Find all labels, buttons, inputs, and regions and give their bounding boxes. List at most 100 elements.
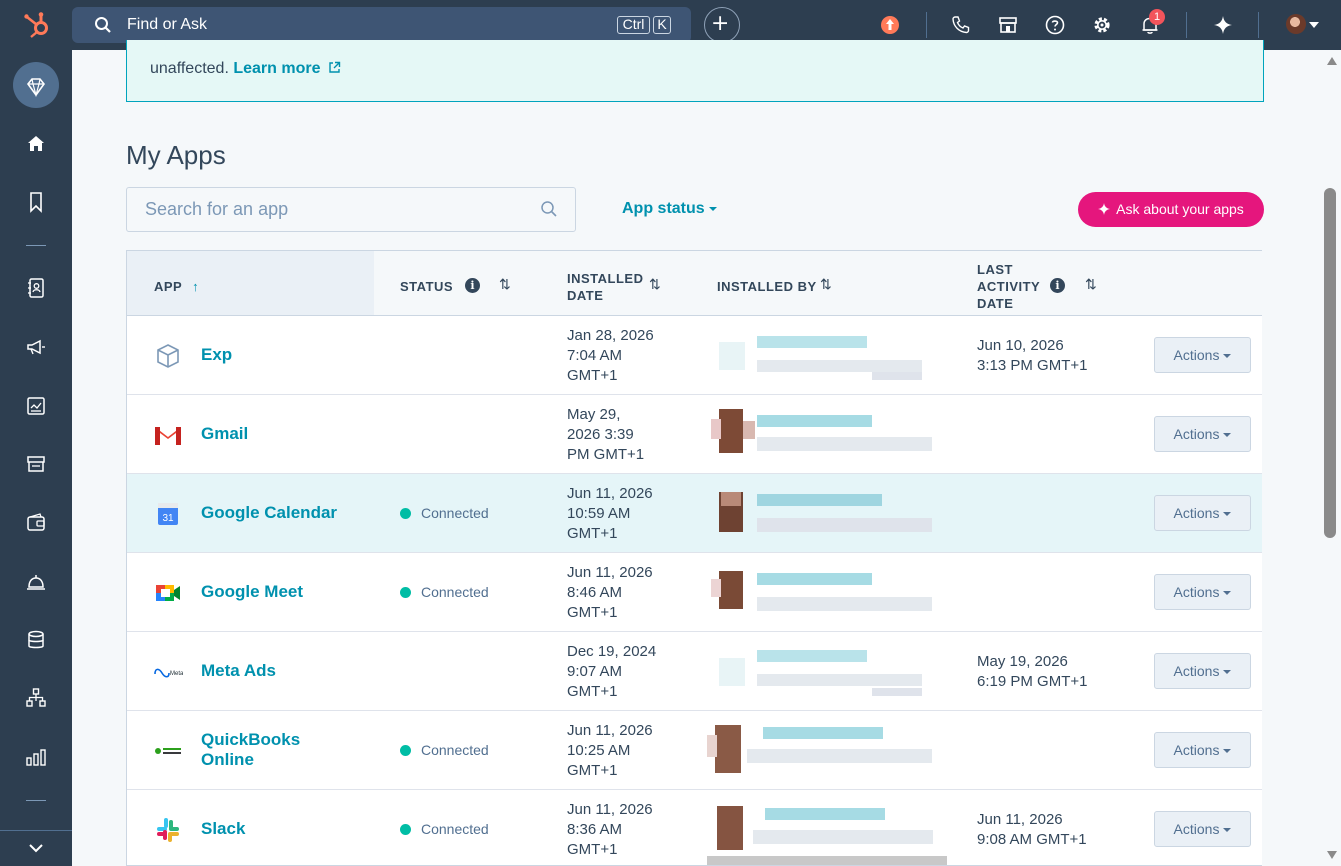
app-name-line: QuickBooks <box>201 730 301 749</box>
last-activity-line: 9:08 AM GMT+1 <box>977 831 1087 848</box>
app-name-link[interactable]: Slack <box>201 819 245 839</box>
marketing-megaphone-icon[interactable] <box>24 335 48 359</box>
table-row[interactable]: Gmail May 29, 2026 3:39 PM GMT+1 Actions <box>127 395 1262 474</box>
home-icon[interactable] <box>24 132 48 156</box>
installed-date-line: Jun 11, 2026 <box>567 722 653 739</box>
phone-icon[interactable] <box>950 14 972 36</box>
app-name-link[interactable]: Gmail <box>201 424 248 444</box>
contacts-icon[interactable] <box>24 276 48 300</box>
bookmark-icon[interactable] <box>24 190 48 214</box>
search-icon <box>95 17 111 33</box>
google-meet-icon <box>156 585 180 601</box>
last-activity-header-line2: ACTIVITY <box>977 279 1041 294</box>
marketplace-icon[interactable] <box>997 14 1019 36</box>
app-name-link[interactable]: Google Meet <box>201 582 303 602</box>
actions-dropdown-button[interactable]: Actions <box>1154 574 1251 610</box>
app-name-link[interactable]: Google Calendar <box>201 503 337 523</box>
reporting-bar-chart-icon[interactable] <box>24 745 48 769</box>
diamond-icon[interactable] <box>24 75 48 99</box>
chevron-down-icon[interactable] <box>28 843 44 853</box>
scrollbar-thumb[interactable] <box>1324 188 1336 538</box>
plus-icon <box>713 16 727 30</box>
upgrade-icon[interactable] <box>879 14 901 36</box>
app-column-header-label: APP <box>154 279 182 294</box>
scroll-down-arrow-icon[interactable] <box>1326 850 1338 860</box>
installed-date: Dec 19, 2024 9:07 AM GMT+1 <box>567 642 677 702</box>
status-text: Connected <box>421 821 489 837</box>
installed-by-redacted <box>707 316 922 394</box>
installed-date-line: 10:25 AM <box>567 742 631 759</box>
table-row[interactable]: QuickBooks Online Connected Jun 11, 2026… <box>127 711 1262 790</box>
wallet-icon[interactable] <box>24 511 48 535</box>
caret-down-icon <box>1223 433 1232 438</box>
installed-by-column-header[interactable]: INSTALLED BY <box>717 278 817 295</box>
last-activity-header-line1: LAST <box>977 262 1013 277</box>
table-row[interactable]: 31 Google Calendar Connected Jun 11, 202… <box>127 474 1262 553</box>
table-row[interactable]: Slack Connected Jun 11, 2026 8:36 AM GMT… <box>127 790 1262 865</box>
actions-dropdown-button[interactable]: Actions <box>1154 495 1251 531</box>
installed-date-line: Jun 11, 2026 <box>567 801 653 818</box>
settings-gear-icon[interactable] <box>1091 14 1113 36</box>
global-search-bar[interactable]: Find or Ask Ctrl K <box>72 7 691 43</box>
installed-date-line: Jun 11, 2026 <box>567 564 653 581</box>
app-name-line: Online <box>201 750 254 769</box>
sort-icon[interactable]: ⇅ <box>649 276 661 293</box>
installed-date-line: Jan 28, 2026 <box>567 327 654 344</box>
ai-sparkle-icon[interactable] <box>1212 14 1234 36</box>
sort-ascending-icon[interactable]: ↑ <box>192 279 199 294</box>
app-name-link[interactable]: Meta Ads <box>201 661 276 681</box>
help-icon[interactable] <box>1044 14 1066 36</box>
installed-date-line: 8:36 AM <box>567 821 623 838</box>
topbar-divider <box>1258 12 1259 38</box>
installed-by-redacted <box>707 553 947 631</box>
scroll-up-arrow-icon[interactable] <box>1326 56 1338 66</box>
installed-date-line: 2026 3:39 <box>567 426 634 443</box>
installed-date-column-header[interactable]: INSTALLED DATE <box>567 270 643 304</box>
table-row[interactable]: Meta Meta Ads Dec 19, 2024 9:07 AM GMT+1… <box>127 632 1262 711</box>
content-icon[interactable] <box>24 394 48 418</box>
actions-dropdown-button[interactable]: Actions <box>1154 732 1251 768</box>
ask-about-apps-button[interactable]: Ask about your apps <box>1078 192 1264 227</box>
app-name-link[interactable]: QuickBooks Online <box>201 730 300 770</box>
table-row[interactable]: Google Meet Connected Jun 11, 2026 8:46 … <box>127 553 1262 632</box>
app-name-link[interactable]: Exp <box>201 345 232 365</box>
quickbooks-logo-icon <box>155 748 181 754</box>
last-activity-date: Jun 10, 2026 3:13 PM GMT+1 <box>977 336 1087 376</box>
sidebar-expand-area[interactable] <box>0 830 72 866</box>
commerce-store-icon[interactable] <box>24 452 48 476</box>
actions-dropdown-button[interactable]: Actions <box>1154 416 1251 452</box>
user-avatar[interactable] <box>1286 14 1306 34</box>
meta-logo-icon: Meta <box>154 668 183 678</box>
actions-dropdown-button[interactable]: Actions <box>1154 337 1251 373</box>
actions-label: Actions <box>1173 347 1220 363</box>
sort-icon[interactable]: ⇅ <box>820 276 832 293</box>
info-icon[interactable]: i <box>1050 278 1065 293</box>
app-column-header[interactable]: APP ↑ <box>154 278 199 295</box>
last-activity-line: 6:19 PM GMT+1 <box>977 673 1088 690</box>
table-row[interactable]: Exp Jan 28, 2026 7:04 AM GMT+1 Jun 10, 2… <box>127 316 1262 395</box>
caret-down-icon <box>1223 749 1232 754</box>
last-activity-column-header[interactable]: LAST ACTIVITY DATE <box>977 261 1040 312</box>
create-new-button[interactable] <box>704 7 740 43</box>
actions-dropdown-button[interactable]: Actions <box>1154 811 1251 847</box>
svg-text:31: 31 <box>162 513 174 524</box>
database-icon[interactable] <box>24 628 48 652</box>
last-activity-header-line3: DATE <box>977 296 1014 311</box>
sort-icon[interactable]: ⇅ <box>499 276 511 293</box>
automation-hierarchy-icon[interactable] <box>24 686 48 710</box>
sort-icon[interactable]: ⇅ <box>1085 276 1097 293</box>
actions-dropdown-button[interactable]: Actions <box>1154 653 1251 689</box>
app-status-filter-dropdown[interactable]: App status <box>622 200 717 218</box>
info-icon[interactable]: i <box>465 278 480 293</box>
status-column-header[interactable]: STATUS <box>400 278 453 295</box>
hubspot-logo-icon[interactable] <box>22 10 52 40</box>
installed-date-line: GMT+1 <box>567 762 618 779</box>
service-bell-icon[interactable] <box>24 570 48 594</box>
installed-date-line: GMT+1 <box>567 604 618 621</box>
external-link-icon[interactable] <box>328 61 341 74</box>
caret-down-icon <box>1223 828 1232 833</box>
app-search-input[interactable] <box>126 187 576 232</box>
chevron-down-icon[interactable] <box>1309 22 1319 28</box>
left-sidebar <box>0 50 72 866</box>
learn-more-link[interactable]: Learn more <box>233 60 320 77</box>
